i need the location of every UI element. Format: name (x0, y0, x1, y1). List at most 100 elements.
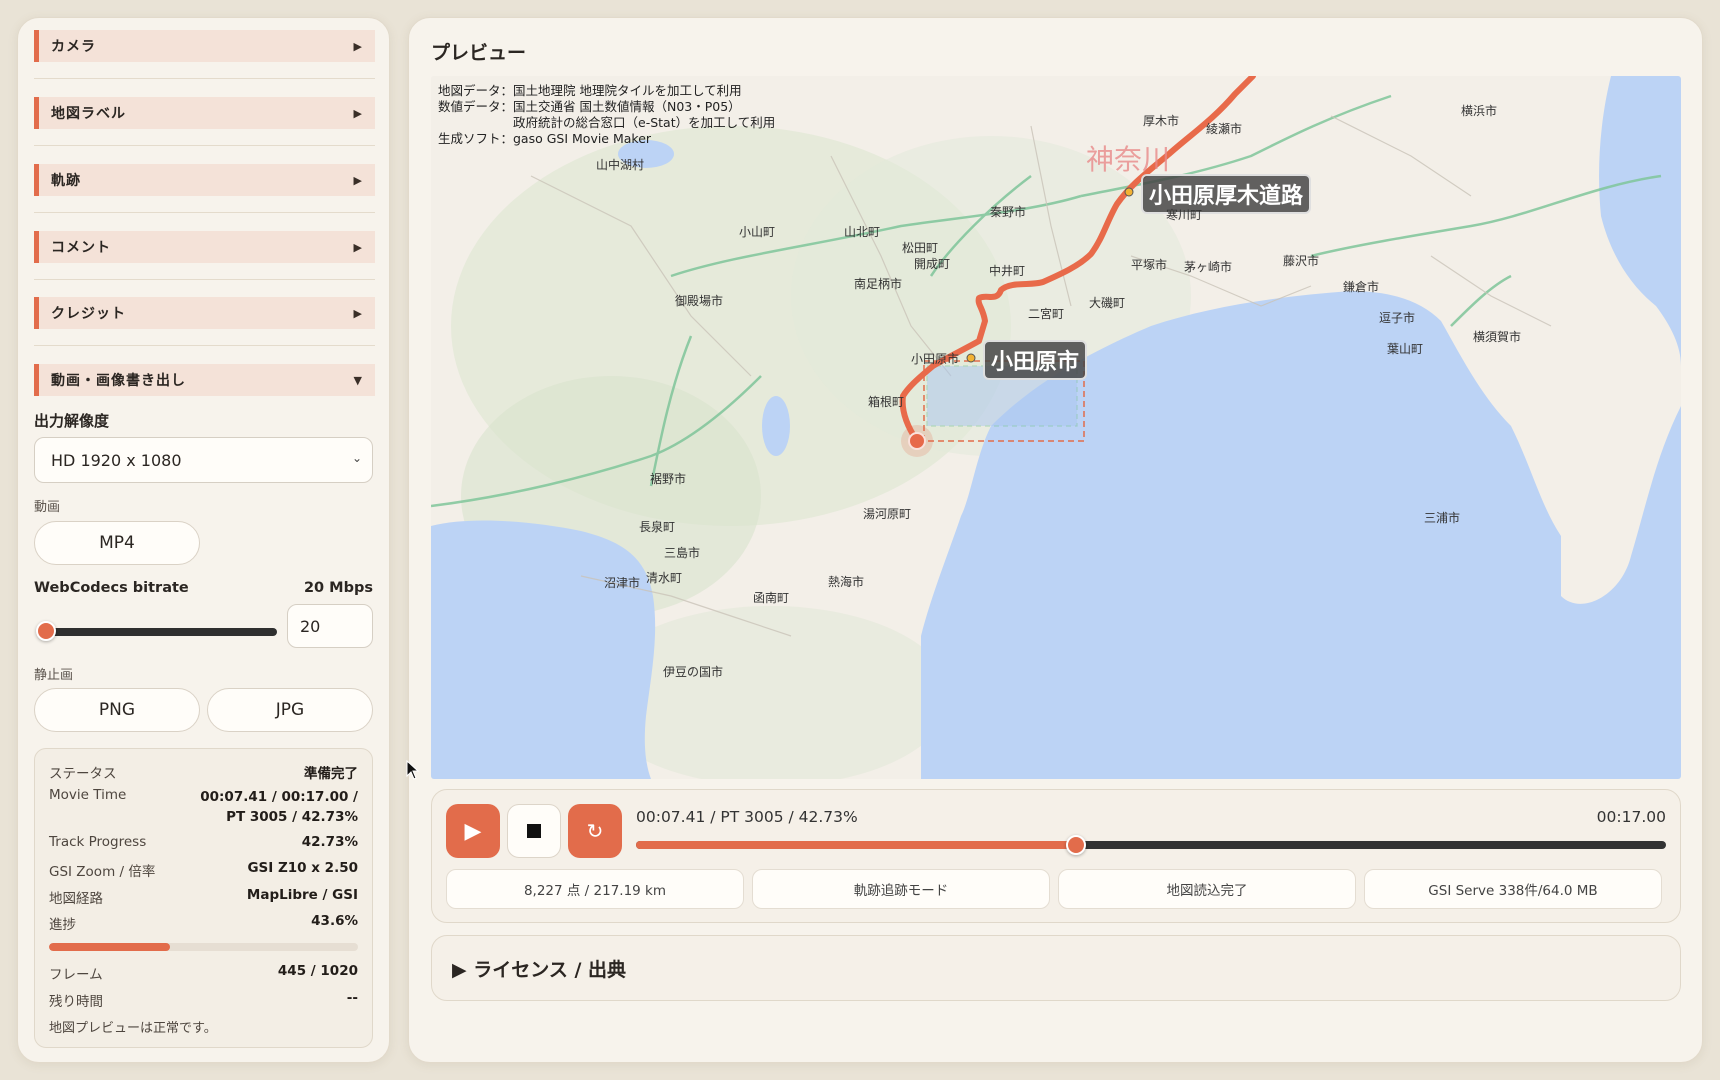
stop-icon (527, 824, 541, 838)
status-key: Movie Time (49, 787, 127, 803)
status-value: 準備完了 (304, 766, 358, 782)
resolution-label: 出力解像度 (34, 412, 110, 430)
divider (34, 212, 375, 213)
chevron-right-icon: ▶ (353, 106, 363, 120)
place-label: 山中湖村 (596, 158, 645, 172)
chevron-right-icon: ▶ (353, 39, 363, 53)
gsi-serve-chip: GSI Serve 338件/64.0 MB (1364, 869, 1662, 909)
place-label: 箱根町 (868, 395, 905, 409)
bitrate-value: 20 Mbps (303, 580, 373, 596)
place-label: 大磯町 (1089, 296, 1126, 310)
map-canvas (431, 76, 1681, 779)
section-camera[interactable]: カメラ ▶ (34, 30, 375, 62)
bitrate-input[interactable]: 20 (287, 604, 373, 648)
total-time: 00:17.00 (1596, 808, 1666, 826)
place-label: 秦野市 (990, 205, 1027, 219)
place-label: 沼津市 (604, 576, 641, 590)
chevron-right-icon: ▶ (353, 240, 363, 254)
section-map-labels[interactable]: 地図ラベル ▶ (34, 97, 375, 129)
place-label: 厚木市 (1143, 114, 1180, 128)
place-label: 逗子市 (1379, 311, 1416, 325)
place-label: 平塚市 (1131, 258, 1168, 272)
map-load-status-chip: 地図読込完了 (1058, 869, 1356, 909)
place-label: 綾瀬市 (1206, 122, 1243, 136)
timeline-slider[interactable] (636, 835, 1666, 855)
play-button[interactable]: ▶ (446, 804, 500, 858)
map-attribution: 地図データ：国土地理院 地理院タイルを加工して利用 数値データ：国土交通省 国土… (438, 83, 776, 146)
section-label: コメント (51, 240, 111, 256)
place-label: 中井町 (989, 264, 1026, 278)
status-row: 地図経路 MapLibre / GSI (49, 887, 358, 907)
loop-button[interactable]: ↻ (568, 804, 622, 858)
road-point (1124, 187, 1134, 197)
status-value: -- (346, 990, 358, 1006)
preview-panel: プレビュー 地図データ：国土地理院 地理院タイルを加工して利用 数値データ：国土… (408, 17, 1703, 1063)
section-label: 動画・画像書き出し (51, 373, 186, 389)
chevron-down-icon: ⌄ (351, 451, 362, 465)
place-label: 裾野市 (650, 472, 687, 486)
section-track[interactable]: 軌跡 ▶ (34, 164, 375, 196)
status-value: MapLibre / GSI (246, 887, 358, 903)
place-label: 御殿場市 (675, 294, 724, 308)
playback-controls: ▶ ↻ 00:07.41 / PT 3005 / 42.73% 00:17.00… (431, 789, 1681, 923)
export-progress-fill (49, 943, 171, 951)
loop-icon: ↻ (586, 819, 604, 843)
resolution-select[interactable]: HD 1920 x 1080 ⌄ (34, 437, 373, 483)
sea-suruga-bay (431, 520, 656, 779)
status-row: 進捗 43.6% (49, 913, 358, 933)
place-label: 南足柄市 (854, 277, 903, 291)
png-button[interactable]: PNG (34, 688, 200, 732)
status-row: フレーム 445 / 1020 (49, 963, 358, 983)
status-value: 43.6% (311, 913, 358, 929)
city-label: 小田原市 (983, 340, 1088, 380)
map-view[interactable]: 地図データ：国土地理院 地理院タイルを加工して利用 数値データ：国土交通省 国土… (431, 76, 1681, 779)
status-message-row: 地図プレビューは正常です。 (49, 1017, 358, 1036)
status-key: GSI Zoom / 倍率 (49, 864, 156, 880)
bitrate-slider-thumb[interactable] (36, 621, 56, 641)
chevron-right-icon: ▶ (353, 173, 363, 187)
divider (34, 78, 375, 79)
chevron-right-icon: ▶ (353, 306, 363, 320)
place-label: 藤沢市 (1283, 254, 1320, 268)
timeline-thumb[interactable] (1066, 835, 1087, 855)
mp4-button[interactable]: MP4 (34, 521, 200, 565)
status-value: 00:07.41 / 00:17.00 / PT 3005 / 42.73% (200, 789, 358, 825)
status-row: Track Progress 42.73% (49, 834, 358, 850)
still-image-label: 静止画 (34, 668, 74, 683)
export-progress-bar (49, 943, 358, 951)
divider (34, 145, 375, 146)
city-point (966, 353, 976, 363)
section-export[interactable]: 動画・画像書き出し ▼ (34, 364, 375, 396)
place-label: 函南町 (753, 591, 790, 605)
place-label: 横須賀市 (1473, 330, 1522, 344)
status-value: 42.73% (301, 834, 358, 850)
status-row: 残り時間 -- (49, 990, 358, 1010)
place-label: 開成町 (914, 257, 951, 271)
section-label: 地図ラベル (51, 106, 126, 122)
status-key: 地図経路 (49, 891, 103, 907)
place-label: 二宮町 (1028, 307, 1065, 321)
divider (34, 345, 375, 346)
place-label: 小田原市 (911, 352, 960, 366)
section-label: クレジット (51, 306, 126, 322)
divider (34, 279, 375, 280)
section-label: カメラ (51, 39, 96, 55)
status-key: フレーム (49, 967, 103, 983)
point-distance-chip: 8,227 点 / 217.19 km (446, 869, 744, 909)
place-label: 松田町 (902, 241, 939, 255)
section-credit[interactable]: クレジット ▶ (34, 297, 375, 329)
prefecture-label: 神奈川 (1086, 143, 1171, 176)
bitrate-slider[interactable] (45, 628, 277, 636)
status-message: 地図プレビューは正常です。 (49, 1021, 217, 1036)
track-position-halo (901, 425, 933, 457)
place-label: 清水町 (646, 571, 683, 585)
jpg-button[interactable]: JPG (207, 688, 373, 732)
current-time: 00:07.41 / PT 3005 / 42.73% (636, 808, 858, 826)
place-label: 長泉町 (639, 520, 676, 534)
section-comment[interactable]: コメント ▶ (34, 231, 375, 263)
place-label: 山北町 (844, 225, 881, 239)
place-label: 三島市 (664, 546, 701, 560)
stop-button[interactable] (507, 804, 561, 858)
license-toggle[interactable]: ▶ ライセンス / 出典 (431, 935, 1681, 1001)
place-label: 茅ヶ崎市 (1184, 260, 1233, 274)
